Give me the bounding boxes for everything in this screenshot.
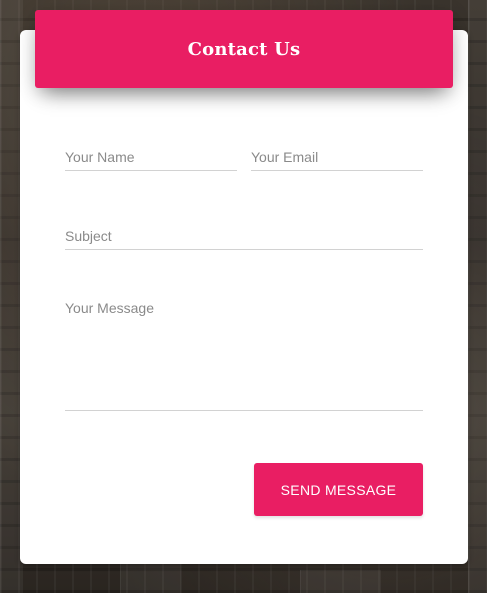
contact-header: Contact Us [35,10,453,88]
subject-input[interactable] [65,222,423,250]
send-message-button[interactable]: SEND MESSAGE [254,463,423,516]
form-title: Contact Us [187,38,301,60]
name-input[interactable] [65,143,237,171]
message-textarea[interactable] [65,298,423,411]
email-input[interactable] [251,143,423,171]
